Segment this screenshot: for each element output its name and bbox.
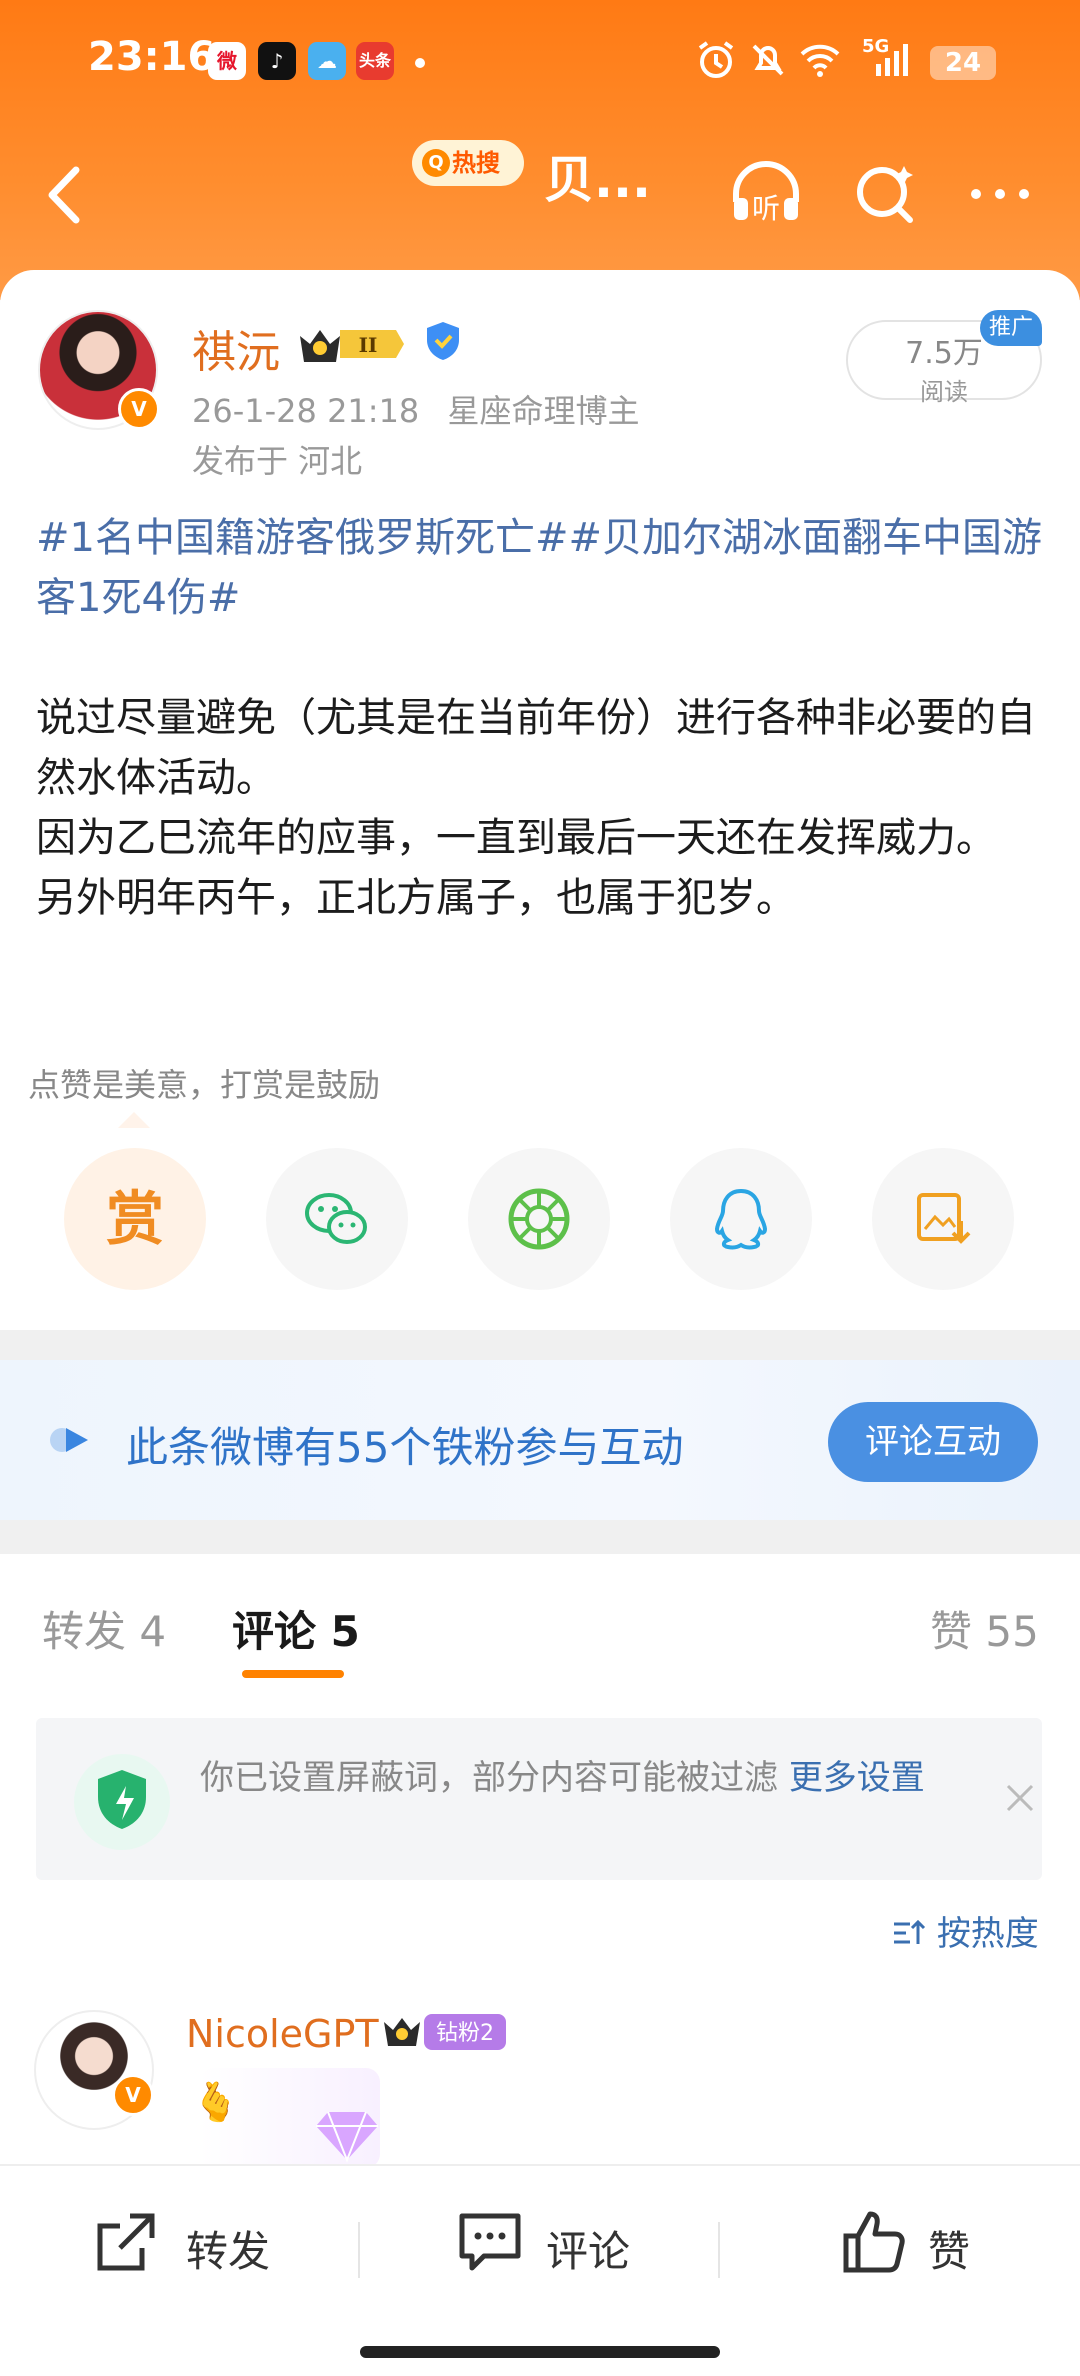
thumbs-up-icon [843,2211,905,2273]
comment-button[interactable]: 评论 [454,2166,674,2316]
tip-arrow [118,1112,150,1128]
mute-icon [752,44,784,76]
more-notifications-dot [415,58,425,68]
filter-notice-message: 你已设置屏蔽词，部分内容可能被过滤 [200,1758,789,1798]
hot-search-pill[interactable]: Q 热搜 [412,140,524,186]
share-wechat-button[interactable] [266,1148,408,1290]
bottom-action-bar: 转发 评论 赞 [0,2164,1080,2376]
weibo-icon: 微 [208,42,246,80]
fans-interaction-bar[interactable]: 此条微博有55个铁粉参与互动 评论互动 [0,1360,1080,1520]
tab-repost[interactable]: 转发 4 [42,1598,166,1659]
reward-label: 赏 [105,1185,164,1253]
page-title: 贝... [544,151,651,209]
post-location: 发布于 河北 [192,442,363,480]
member-level-badge-icon: II [300,330,404,362]
promo-badge[interactable]: 推广 [980,310,1042,346]
shield-icon [74,1754,170,1850]
moments-icon [508,1188,570,1250]
repost-label: 转发 [186,2227,271,2276]
reward-tip: 点赞是美意，打赏是鼓励 [28,1066,381,1104]
tab-comment[interactable]: 评论 5 [232,1598,360,1659]
post-hashtags[interactable]: #1名中国籍游客俄罗斯死亡##贝加尔湖冰面翻车中国游客1死4伤# [36,508,1046,628]
more-settings-link[interactable]: 更多设置 [789,1758,925,1798]
author-role: 星座命理博主 [447,392,640,430]
commenter-verified-icon: V [112,2074,154,2116]
comment-label: 评论 [546,2227,631,2276]
search-small-icon: Q [422,149,450,177]
post-line-2: 因为乙巳流年的应事，一直到最后一天还在发挥威力。 [36,815,996,861]
svg-text:听: 听 [752,192,780,225]
filter-notice-text: 你已设置屏蔽词，部分内容可能被过滤 更多设置 [200,1756,960,1800]
share-moments-button[interactable] [468,1148,610,1290]
alarm-icon [698,41,734,78]
weather-icon: ☁ [308,42,346,80]
save-image-icon [917,1193,971,1244]
post-time: 26-1-28 21:18 [192,392,420,430]
save-image-button[interactable] [872,1148,1014,1290]
section-divider [0,1330,1080,1360]
comment-interact-button[interactable]: 评论互动 [828,1402,1038,1482]
repost-button[interactable]: 转发 [90,2166,310,2316]
fan-level-badge-icon: 钻粉2 [384,2014,506,2050]
diamond-gift-icon [316,2111,378,2163]
status-bar: 23:16 微 ♪ ☁ 头条 5G 24 [0,30,1080,90]
post-tabs: 转发 4 评论 5 赞 55 [0,1554,1080,1686]
tab-like[interactable]: 赞 55 [930,1598,1039,1659]
comments-section: 你已设置屏蔽词，部分内容可能被过滤 更多设置 按热度 NicoleGPT 钻粉2… [0,1684,1080,2168]
svg-text:钻粉2: 钻粉2 [436,2021,494,2046]
filter-notice: 你已设置屏蔽词，部分内容可能被过滤 更多设置 [36,1718,1042,1880]
more-icon[interactable] [960,154,1040,234]
post-meta: 26-1-28 21:18 星座命理博主 [192,386,639,432]
listen-icon[interactable]: 听 [726,154,806,234]
wechat-icon [305,1193,367,1244]
tiktok-icon: ♪ [258,42,296,80]
close-icon[interactable] [996,1774,1044,1822]
read-count-label: 阅读 [920,378,968,406]
sort-label: 按热度 [936,1914,1039,1954]
bottom-divider [358,2222,360,2278]
qq-icon [714,1188,768,1250]
back-icon[interactable] [36,160,96,230]
battery-indicator: 24 [930,46,996,80]
svg-text:II: II [359,333,378,357]
bottom-divider-2 [718,2222,720,2278]
toutiao-icon: 头条 [356,42,394,80]
section-divider-2 [0,1520,1080,1554]
share-qq-button[interactable] [670,1148,812,1290]
post-line-1: 说过尽量避免（尤其是在当前年份）进行各种非必要的自然水体活动。 [36,695,1036,801]
header: 23:16 微 ♪ ☁ 头条 5G 24 Q 热搜 贝... 听 [0,0,1080,300]
home-indicator[interactable] [360,2346,720,2358]
comment-icon [459,2213,521,2271]
post-line-3: 另外明年丙午，正北方属子，也属于犯岁。 [36,875,796,921]
signal-icon [876,44,908,76]
search-icon[interactable] [846,154,926,234]
nav-bar: Q 热搜 贝... 听 [0,140,1080,250]
sort-by-hot[interactable]: 按热度 [892,1906,1039,1955]
reward-button[interactable]: 赏 [64,1148,206,1290]
post-body: #1名中国籍游客俄罗斯死亡##贝加尔湖冰面翻车中国游客1死4伤# 说过尽量避免（… [36,508,1046,928]
like-label: 赞 [928,2227,971,2276]
status-time: 23:16 [88,34,216,80]
hot-search-label: 热搜 [452,149,500,177]
fans-icon [50,1428,88,1452]
repost-icon [97,2213,155,2271]
commenter-name[interactable]: NicoleGPT [186,2012,379,2056]
like-button[interactable]: 赞 [838,2166,1018,2316]
comment-text: 🫰 [192,2080,240,2124]
active-tab-indicator [242,1670,344,1678]
verified-badge-icon: V [118,388,160,430]
sort-icon [894,1919,926,1944]
fans-text: 此条微博有55个铁粉参与互动 [126,1423,684,1472]
author-name[interactable]: 祺沅 [192,316,280,380]
wifi-icon [800,44,840,77]
verified-shield-icon [427,322,459,360]
